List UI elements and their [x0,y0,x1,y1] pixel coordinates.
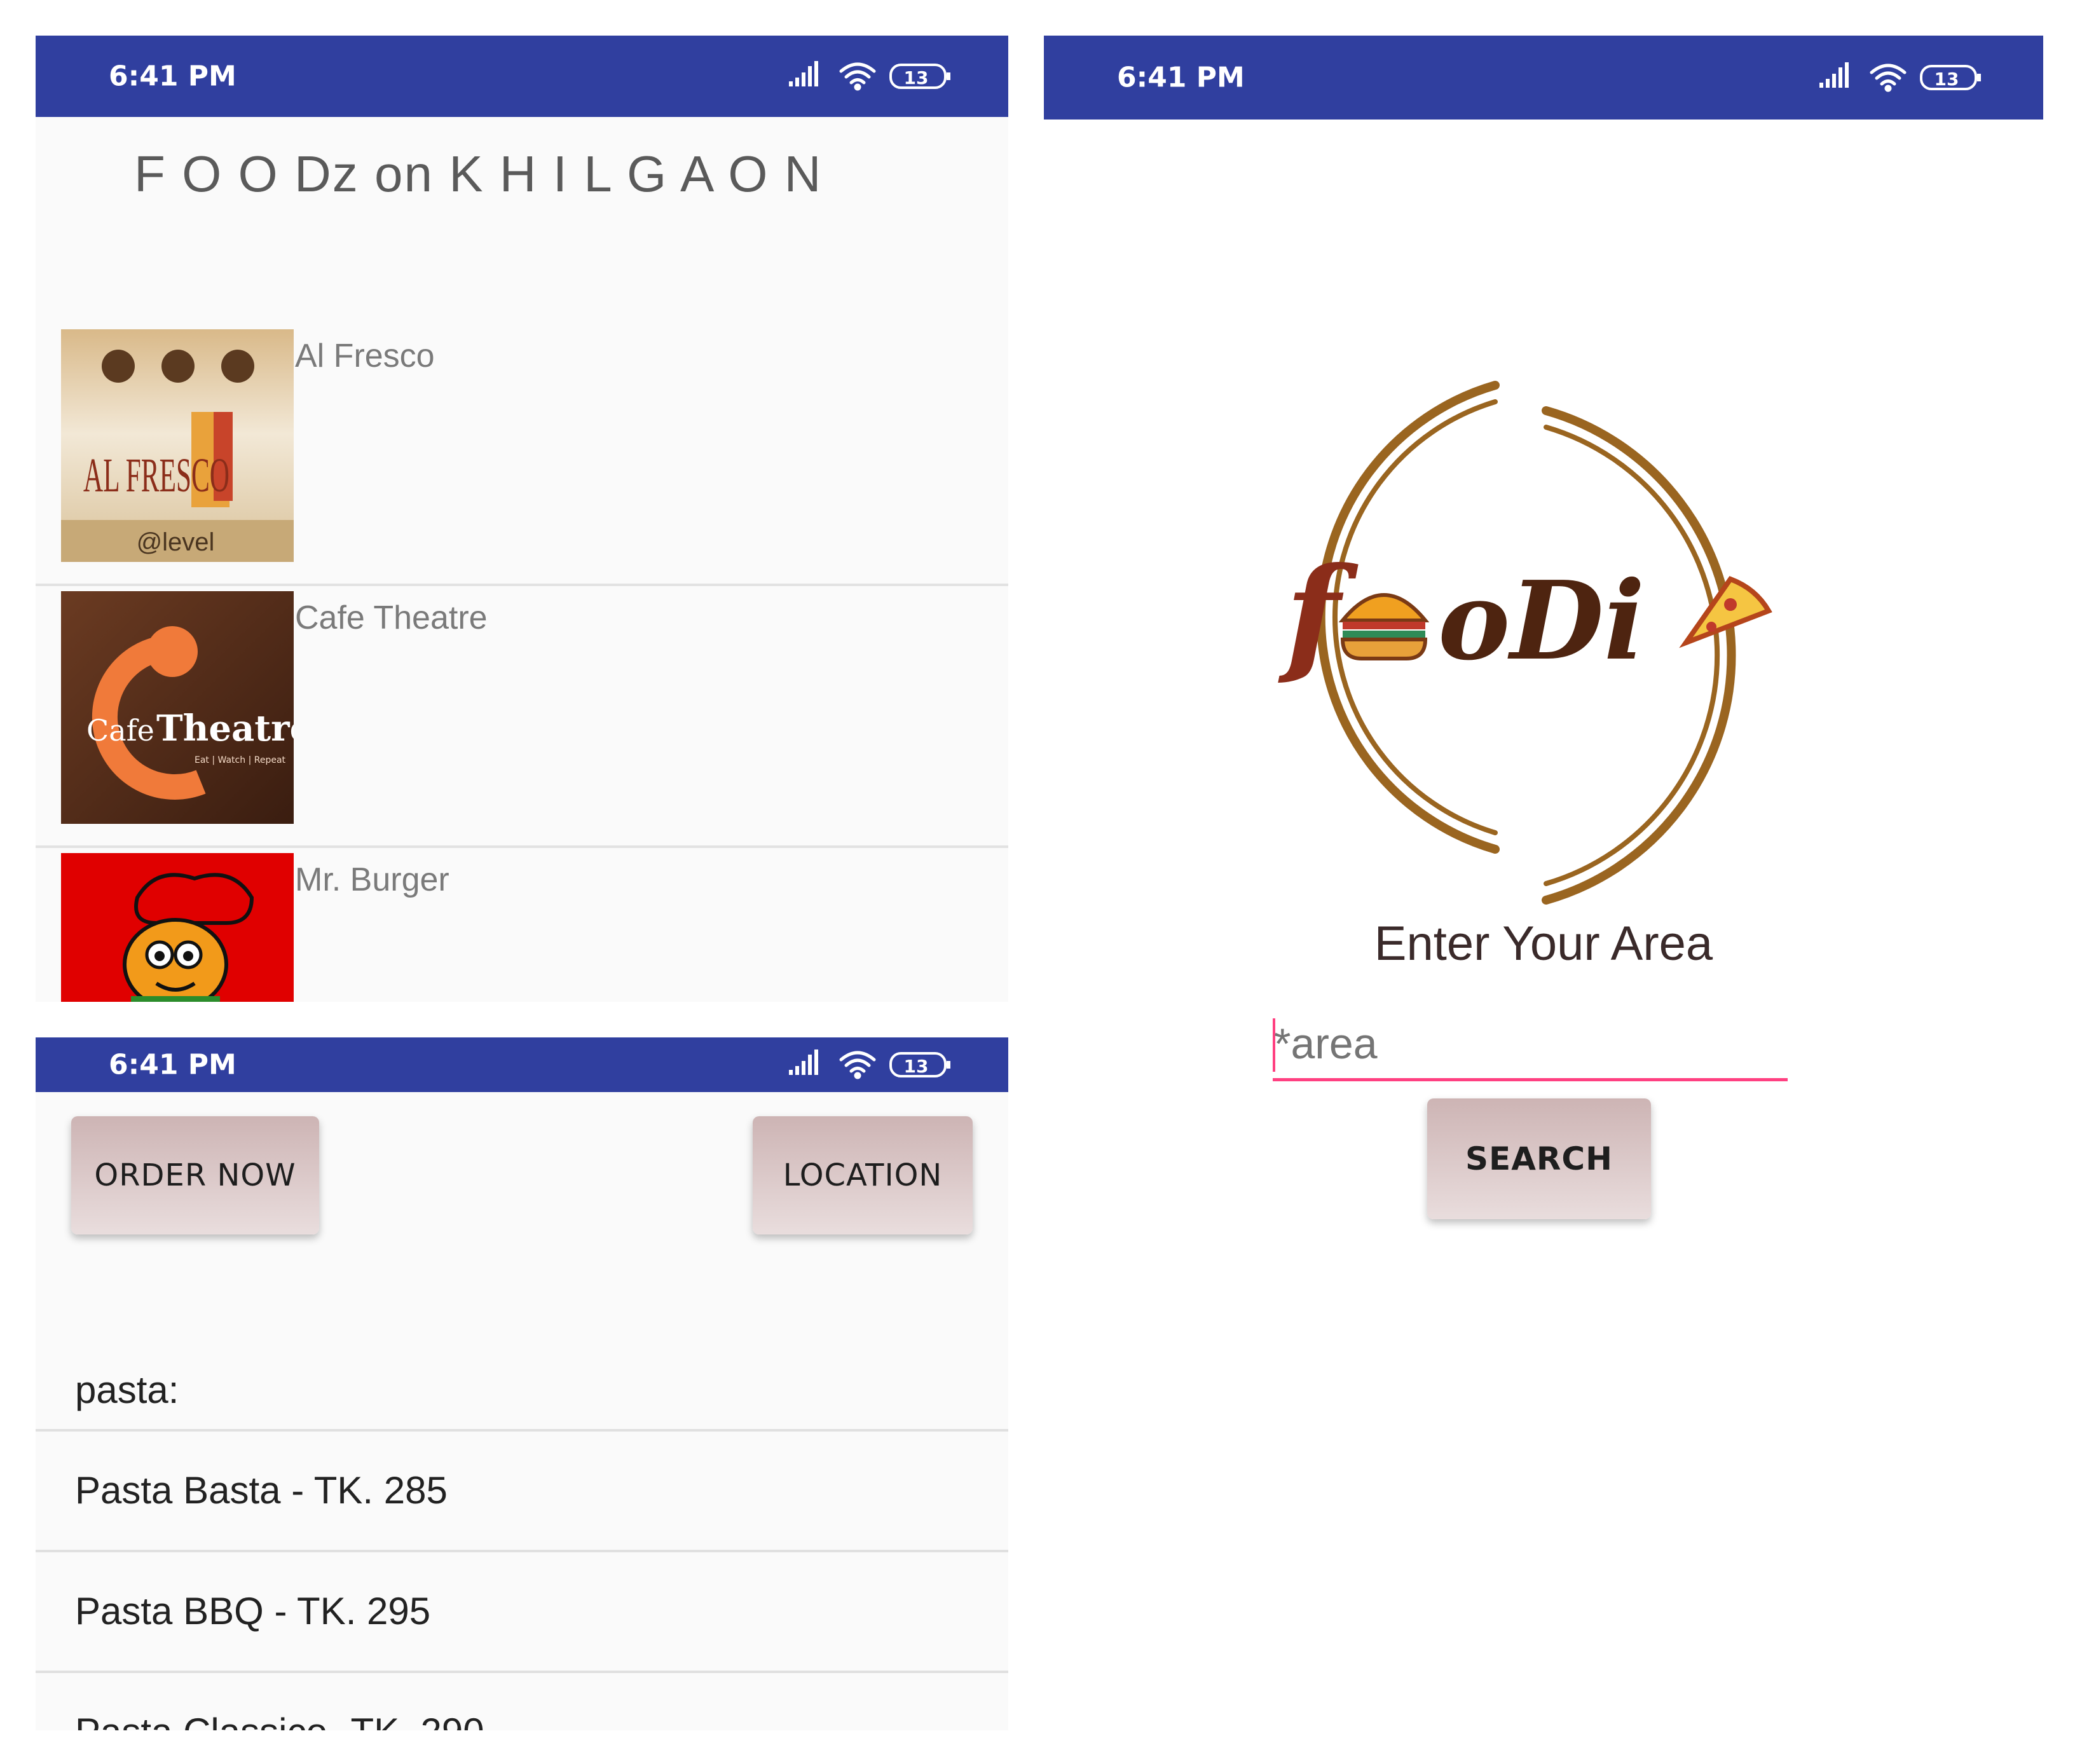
status-icons: 13 [789,61,950,91]
menu-item[interactable]: Pasta Basta - TK. 285 [36,1432,1008,1552]
svg-text:Theatre: Theatre [156,708,294,749]
status-bar: 6:41 PM 13 [36,1037,1008,1092]
signal-icon [789,61,818,86]
status-time: 6:41 PM [109,60,236,93]
status-time: 6:41 PM [1117,61,1245,94]
status-icons: 13 [789,1050,950,1079]
restaurant-name: Al Fresco [295,338,435,374]
search-button[interactable]: SEARCH [1427,1098,1651,1219]
status-time: 6:41 PM [109,1048,236,1081]
restaurant-name: Mr. Burger [295,861,449,898]
status-bar: 6:41 PM 13 [1044,36,2043,120]
wifi-icon [839,1051,876,1079]
category-label: pasta: [75,1369,179,1411]
battery-icon: 13 [889,64,950,89]
signal-icon [789,1050,818,1075]
area-input-field[interactable] [1273,1008,1790,1081]
svg-text:13: 13 [904,1056,929,1077]
page-title: F O O Dz on K H I L G A O N [134,146,823,202]
restaurant-row-cafe-theatre[interactable]: Cafe Theatre Eat | Watch | Repeat Cafe T… [36,591,1008,848]
burger-icon [1338,593,1430,660]
svg-text:oDi: oDi [1438,557,1645,685]
search-screen: 6:41 PM 13 f oDi Enter Your Area *area S… [1044,36,2043,1726]
signal-icon [1819,62,1849,88]
restaurant-row-mr-burger[interactable]: Mr. Burger [36,853,1008,1002]
battery-icon: 13 [1920,65,1981,90]
location-button[interactable]: LOCATION [753,1116,973,1234]
restaurants-screen: 6:41 PM 13 F O O Dz on K H I L G A O N A… [36,36,1008,1002]
menu-item[interactable]: Pasta BBQ - TK. 295 [36,1552,1008,1673]
status-bar: 6:41 PM 13 [36,36,1008,117]
menu-item[interactable]: Pasta Classico -TK. 290 [36,1673,1008,1730]
battery-icon: 13 [889,1052,950,1077]
svg-text:13: 13 [1935,69,1959,90]
restaurant-row-al-fresco[interactable]: AL FRESCO @level Al Fresco [36,329,1008,586]
svg-text:@level: @level [137,528,215,556]
category-label-row: pasta: [36,1368,1008,1432]
svg-text:Cafe: Cafe [86,713,154,748]
svg-text:AL FRESCO: AL FRESCO [83,449,229,502]
svg-text:13: 13 [904,67,929,88]
area-input[interactable] [1273,1008,1790,1079]
enter-area-prompt: Enter Your Area [1374,917,1713,971]
menu-screen: 6:41 PM 13 ORDER NOW LOCATION pasta: Pas… [36,1037,1008,1730]
order-now-button[interactable]: ORDER NOW [71,1116,319,1234]
cafe-theatre-logo: Cafe Theatre Eat | Watch | Repeat [61,591,294,824]
foodi-logo: f oDi [1278,381,1772,905]
status-icons: 13 [1819,62,1981,92]
wifi-icon [839,62,876,91]
mr-burger-logo [61,853,294,1002]
svg-text:Eat | Watch | Repeat: Eat | Watch | Repeat [195,755,286,765]
al-fresco-logo: AL FRESCO @level [61,329,294,562]
wifi-icon [1870,64,1907,92]
restaurant-name: Cafe Theatre [295,599,488,636]
